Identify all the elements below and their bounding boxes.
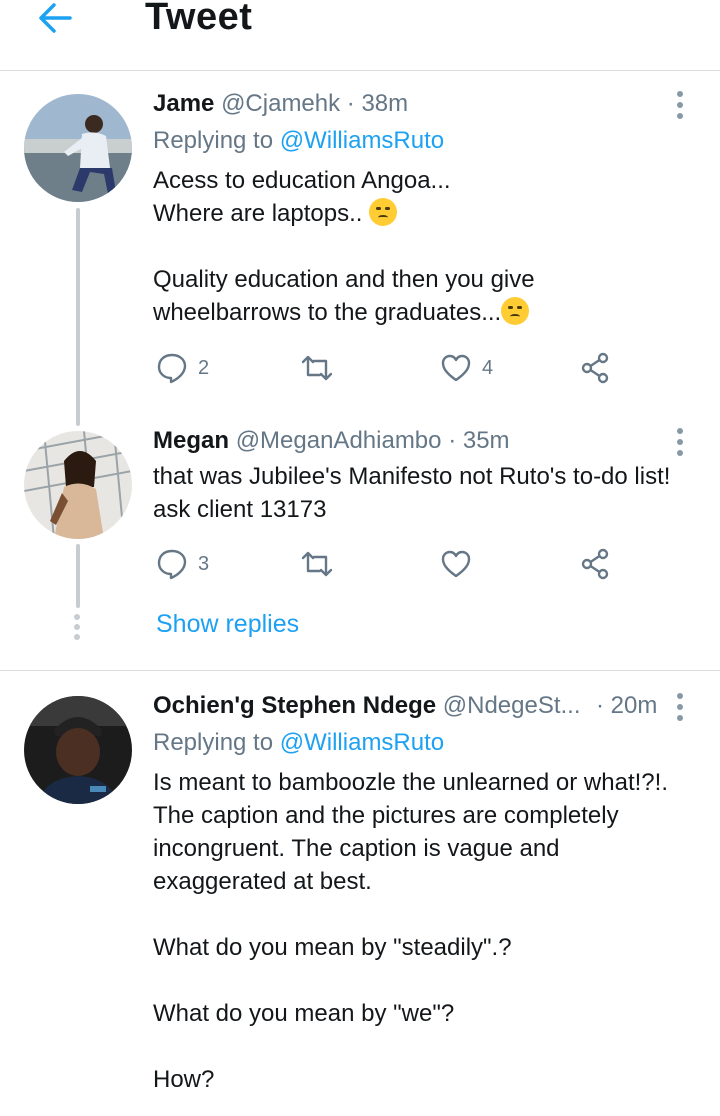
reply-button[interactable]: 3 xyxy=(156,544,209,584)
tweet-time: · 35m xyxy=(448,427,510,454)
tweet-line: ask client 13173 xyxy=(153,496,327,523)
thread-line xyxy=(76,544,80,608)
tweet-line: What do you mean by "steadily".? xyxy=(153,934,512,961)
tweet-line: Acess to education Angoa... xyxy=(153,167,451,194)
tweet-text: Acess to education Angoa... Where are la… xyxy=(153,164,535,329)
author-handle[interactable]: @NdegeSt... xyxy=(443,692,581,719)
thread-line xyxy=(76,208,80,426)
more-options-icon[interactable] xyxy=(676,91,684,124)
author-name[interactable]: Ochien'g Stephen Ndege xyxy=(153,692,436,719)
retweet-icon xyxy=(301,355,333,381)
reply-icon xyxy=(157,549,187,580)
reply-count: 2 xyxy=(198,356,210,379)
more-options-icon[interactable] xyxy=(676,693,684,726)
retweet-button[interactable] xyxy=(300,348,334,388)
tweet-header: Jame @Cjamehk · 38m xyxy=(153,90,408,118)
replying-to: Replying to @WilliamsRuto xyxy=(153,729,444,757)
tweet-line: exaggerated at best. xyxy=(153,868,372,895)
heart-icon xyxy=(441,354,471,382)
author-handle[interactable]: @MeganAdhiambo xyxy=(236,427,442,454)
rolling-eyes-emoji-icon xyxy=(369,198,398,226)
replying-to-link[interactable]: @WilliamsRuto xyxy=(280,127,444,154)
tweet-line: How? xyxy=(153,1066,215,1093)
tweet-time: · 20m xyxy=(596,692,658,719)
tweet-text: Is meant to bamboozle the unlearned or w… xyxy=(153,766,668,1096)
tweet-line: that was Jubilee's Manifesto not Ruto's … xyxy=(153,463,671,490)
replying-to: Replying to @WilliamsRuto xyxy=(153,127,444,155)
retweet-icon xyxy=(301,551,333,577)
reply-count: 3 xyxy=(198,552,210,575)
author-name[interactable]: Jame xyxy=(153,90,214,117)
avatar[interactable] xyxy=(24,431,132,539)
top-bar: Tweet xyxy=(0,0,720,71)
back-arrow-icon[interactable] xyxy=(36,0,76,36)
tweet-line: Quality education and then you give xyxy=(153,266,535,293)
show-replies-link[interactable]: Show replies xyxy=(156,610,299,639)
tweet-line: What do you mean by "we"? xyxy=(153,1000,455,1027)
share-button[interactable] xyxy=(580,544,612,584)
share-icon xyxy=(581,548,609,580)
replying-to-label: Replying to xyxy=(153,127,280,154)
retweet-button[interactable] xyxy=(300,544,334,584)
like-count: 4 xyxy=(482,356,494,379)
heart-icon xyxy=(441,550,471,578)
author-name[interactable]: Megan xyxy=(153,427,229,454)
tweet-header: Megan @MeganAdhiambo · 35m xyxy=(153,427,510,455)
tweet-time: · 38m xyxy=(346,90,409,117)
tweet-line: Is meant to bamboozle the unlearned or w… xyxy=(153,769,668,796)
divider xyxy=(0,670,720,671)
page-title: Tweet xyxy=(145,0,253,38)
reply-icon xyxy=(157,353,187,384)
share-icon xyxy=(581,352,609,384)
reply-button[interactable]: 2 xyxy=(156,348,209,388)
replying-to-label: Replying to xyxy=(153,729,280,756)
avatar[interactable] xyxy=(24,94,132,202)
like-button[interactable] xyxy=(440,544,472,584)
share-button[interactable] xyxy=(580,348,612,388)
more-options-icon[interactable] xyxy=(676,428,684,461)
tweet-line: incongruent. The caption is vague and xyxy=(153,835,560,862)
like-button[interactable]: 4 xyxy=(440,348,493,388)
tweet-line: The caption and the pictures are complet… xyxy=(153,802,619,829)
tweet-text: that was Jubilee's Manifesto not Ruto's … xyxy=(153,460,670,526)
tweet-actions: 2 4 xyxy=(150,348,630,388)
tweet-line: wheelbarrows to the graduates... xyxy=(153,299,502,326)
rolling-eyes-emoji-icon xyxy=(501,297,530,325)
replying-to-link[interactable]: @WilliamsRuto xyxy=(280,729,444,756)
author-handle[interactable]: @Cjamehk xyxy=(221,90,340,117)
tweet-line: Where are laptops.. xyxy=(153,200,370,227)
avatar[interactable] xyxy=(24,696,132,804)
thread-continuation-dots xyxy=(74,614,80,644)
tweet-header: Ochien'g Stephen Ndege @NdegeSt... · 20m xyxy=(153,692,668,720)
tweet-actions: 3 xyxy=(150,544,630,584)
